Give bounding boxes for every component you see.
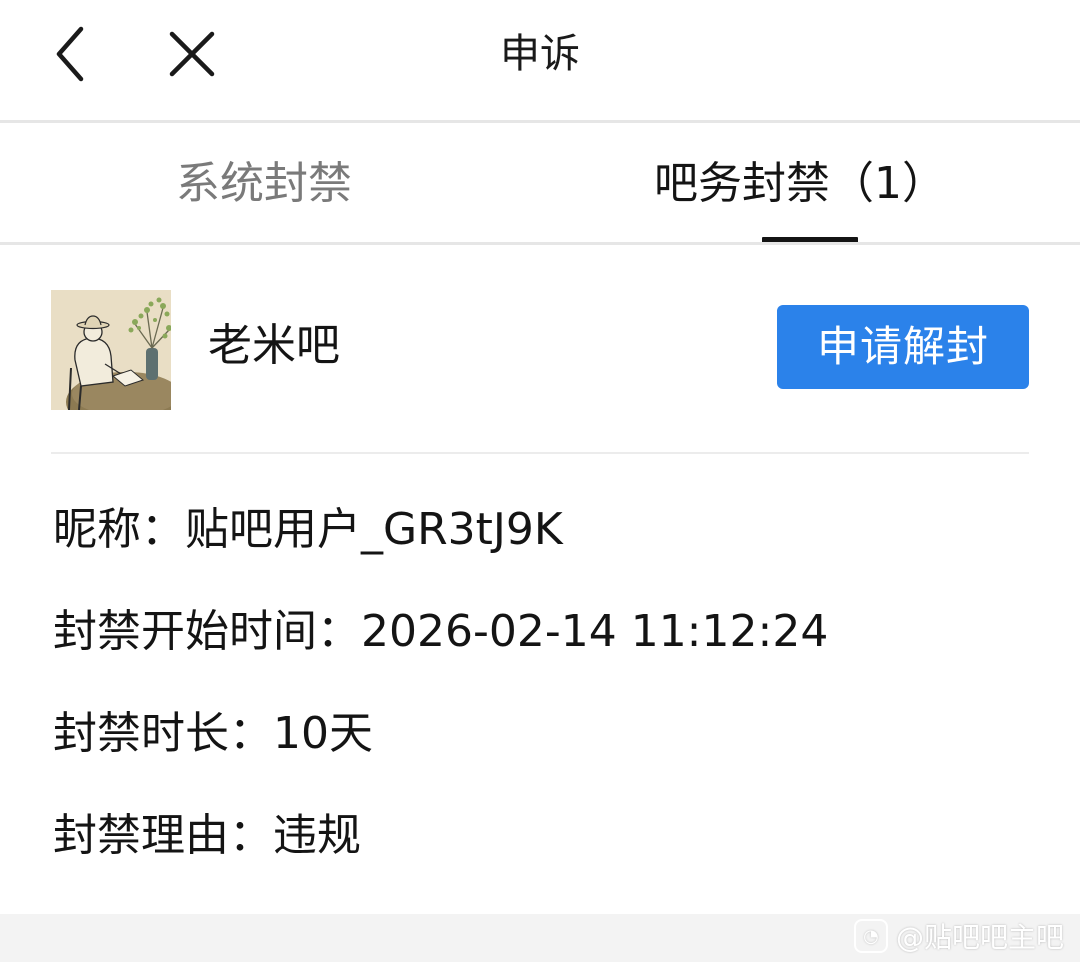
ban-start-row: 封禁开始时间：2026-02-14 11:12:24 [53,602,828,662]
ban-start-label: 封禁开始时间： [53,606,361,657]
ban-reason-value: 违规 [273,810,361,861]
nickname-row: 昵称：贴吧用户_GR3tJ9K [53,500,563,560]
ban-duration-value: 10天 [273,708,373,759]
ban-duration-label: 封禁时长： [53,708,273,759]
ban-reason-label: 封禁理由： [53,810,273,861]
watermark: ◔ @贴吧吧主吧 [853,916,1064,956]
card-divider [51,452,1029,454]
request-unban-button[interactable]: 申请解封 [777,305,1029,389]
forum-avatar[interactable] [51,290,171,410]
tab-system-ban[interactable]: 系统封禁 [176,155,352,213]
ban-start-value: 2026-02-14 11:12:24 [361,606,829,657]
forum-card: 老米吧 申请解封 [0,245,1080,453]
tab-bar: 系统封禁 吧务封禁（1） [0,123,1080,243]
page-title: 申诉 [500,31,580,77]
appeal-page: 申诉 系统封禁 吧务封禁（1） 老米吧 申请解封 昵称：贴吧用户_GR3tJ9K… [0,0,1080,962]
tab-forum-ban[interactable]: 吧务封禁（1） [654,155,946,213]
nickname-label: 昵称： [53,504,185,555]
forum-name[interactable]: 老米吧 [208,318,340,374]
ban-reason-row: 封禁理由：违规 [53,806,361,866]
watermark-text: @贴吧吧主吧 [895,921,1064,954]
forum-avatar-image [51,290,171,410]
nickname-value: 贴吧用户_GR3tJ9K [185,504,563,555]
ban-duration-row: 封禁时长：10天 [53,704,373,764]
watermark-logo-icon: ◔ [853,919,888,953]
top-bar: 申诉 [0,0,1080,121]
